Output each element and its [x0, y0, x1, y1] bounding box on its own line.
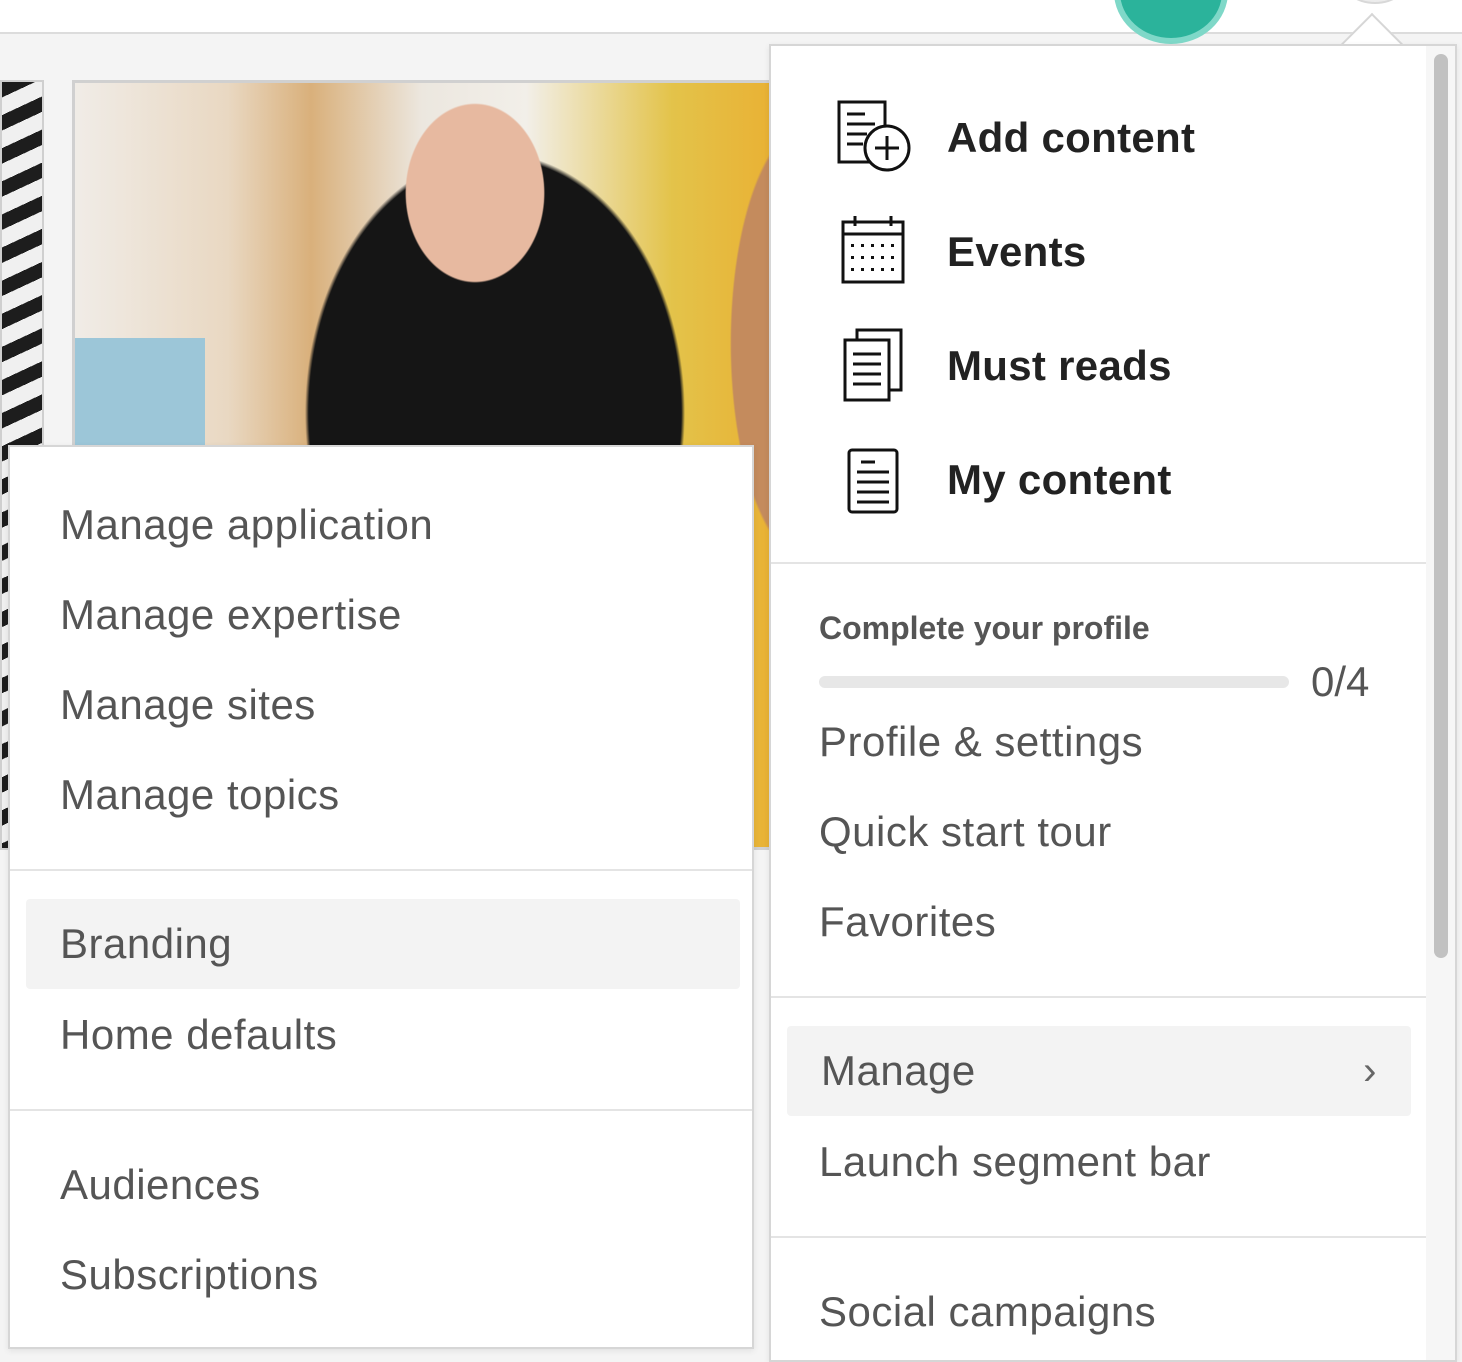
submenu-divider [10, 869, 752, 871]
main-dropdown-menu: Add content Events Must reads My content… [769, 44, 1457, 1362]
manage-submenu: Manage application Manage expertise Mana… [8, 445, 754, 1349]
menu-item-quick-start-tour[interactable]: Quick start tour [819, 802, 1112, 862]
user-avatar[interactable] [1114, 0, 1228, 44]
menu-item-manage-label: Manage [821, 1047, 976, 1094]
document-icon [847, 448, 899, 514]
menu-divider [771, 1236, 1426, 1238]
stacked-documents-icon [843, 328, 903, 402]
submenu-item-branding[interactable]: Branding [26, 899, 740, 989]
photo-chair-detail [75, 338, 205, 458]
quick-action-my-content[interactable]: My content [835, 434, 1395, 524]
quick-action-add-content[interactable]: Add content [835, 92, 1395, 182]
profile-progress-text: 0/4 [1311, 658, 1370, 705]
menu-item-launch-segment-bar[interactable]: Launch segment bar [819, 1132, 1211, 1192]
submenu-item-manage-expertise[interactable]: Manage expertise [60, 585, 402, 645]
top-header [0, 0, 1462, 44]
menu-divider [771, 996, 1426, 998]
quick-action-label: Add content [947, 114, 1196, 161]
menu-item-social-campaigns[interactable]: Social campaigns [819, 1282, 1156, 1342]
calendar-icon [841, 216, 905, 284]
menu-item-profile-settings[interactable]: Profile & settings [819, 712, 1143, 772]
secondary-avatar[interactable] [1340, 0, 1410, 4]
submenu-item-home-defaults[interactable]: Home defaults [60, 1005, 337, 1065]
menu-item-manage[interactable]: Manage › [787, 1026, 1411, 1116]
submenu-item-manage-sites[interactable]: Manage sites [60, 675, 316, 735]
quick-action-must-reads[interactable]: Must reads [835, 320, 1395, 410]
submenu-divider [10, 1109, 752, 1111]
profile-section-title: Complete your profile [819, 610, 1150, 646]
quick-action-events[interactable]: Events [835, 206, 1395, 296]
add-document-icon [837, 100, 911, 172]
submenu-item-audiences[interactable]: Audiences [60, 1155, 261, 1215]
menu-item-favorites[interactable]: Favorites [819, 892, 996, 952]
chevron-right-icon: › [1363, 1049, 1377, 1093]
submenu-item-manage-topics[interactable]: Manage topics [60, 765, 340, 825]
quick-action-label: My content [947, 456, 1172, 503]
profile-progress-bar [819, 676, 1289, 688]
submenu-item-subscriptions[interactable]: Subscriptions [60, 1245, 319, 1305]
scrollbar-thumb[interactable] [1434, 54, 1448, 958]
menu-divider [771, 562, 1426, 564]
submenu-item-manage-application[interactable]: Manage application [60, 495, 433, 555]
quick-action-label: Must reads [947, 342, 1172, 389]
quick-action-label: Events [947, 228, 1087, 275]
